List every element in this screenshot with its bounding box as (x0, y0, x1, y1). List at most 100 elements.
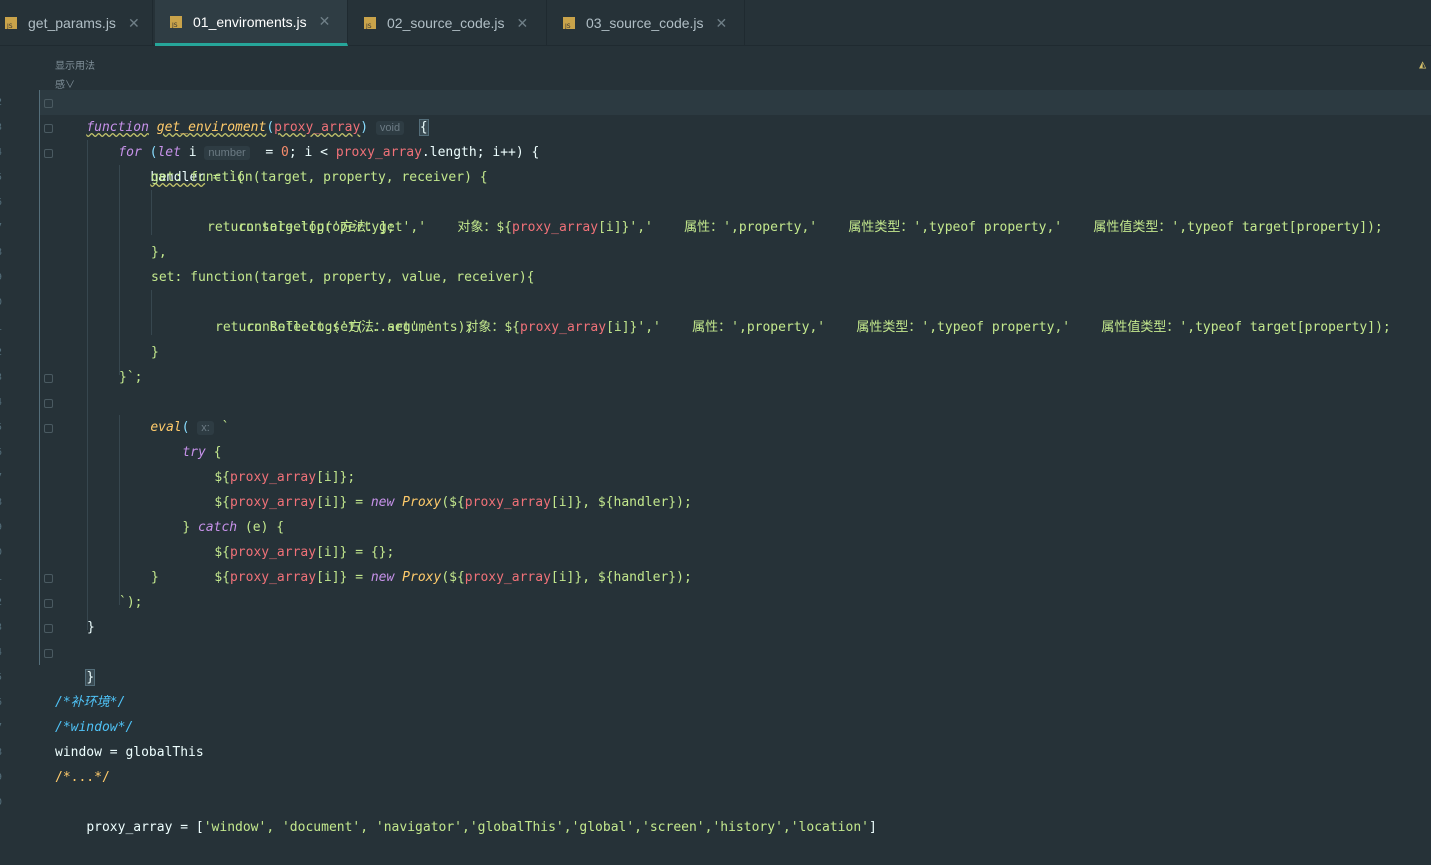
code-line-3[interactable]: handler = `{ (119, 140, 244, 185)
fold-marker[interactable] (44, 374, 53, 383)
line-number: 8 (0, 740, 8, 765)
fold-marker[interactable] (44, 649, 53, 658)
code-text: ; i < (288, 145, 336, 160)
template-string: ${ (214, 570, 230, 585)
fold-marker[interactable] (44, 624, 53, 633)
code-line-8[interactable]: set: function(target, property, value, r… (151, 265, 535, 290)
close-icon[interactable]: ✕ (319, 13, 331, 30)
parameter: proxy_array (229, 570, 317, 585)
line-number: 5 (0, 415, 8, 440)
line-number: 2 (0, 590, 8, 615)
tab-01-enviroments[interactable]: JS 01_enviroments.js ✕ (155, 0, 348, 46)
tab-get-params[interactable]: JS get_params.js ✕ (0, 0, 153, 46)
svg-text:JS: JS (171, 22, 178, 29)
line-number: 9 (0, 515, 8, 540)
js-file-icon: JS (4, 15, 20, 31)
code-line-23[interactable]: } (55, 640, 96, 686)
line-number: 0 (0, 790, 8, 815)
indent-guide (39, 90, 40, 665)
code-line-21[interactable]: `); (119, 590, 142, 615)
fold-marker[interactable] (44, 99, 53, 108)
keyword: new (370, 495, 395, 510)
code-line-7[interactable]: }, (151, 240, 167, 265)
template-string: (${ (441, 570, 465, 585)
tab-02-source-code[interactable]: JS 02_source_code.js ✕ (349, 0, 547, 46)
code-line-16[interactable]: ${proxy_array[i]} = new Proxy(${proxy_ar… (183, 465, 691, 510)
close-icon[interactable]: ✕ (128, 15, 140, 32)
code-line-14[interactable]: try { (151, 415, 221, 460)
template-string: [i]}',' 属性：',property,' 属性类型：',typeof pr… (598, 220, 1383, 235)
line-number: 7 (0, 715, 8, 740)
close-icon[interactable]: ✕ (517, 15, 529, 32)
code-line-6[interactable]: return target[property]; (207, 215, 395, 240)
code-line-27[interactable]: window = globalThis (55, 740, 204, 765)
parameter: proxy_array (335, 145, 422, 160)
line-number: 8 (0, 490, 8, 515)
code-line-15[interactable]: ${proxy_array[i]}; (183, 440, 355, 485)
parameter: proxy_array (511, 220, 599, 235)
usage-hint[interactable]: 显示用法 (55, 57, 95, 72)
line-number: 9 (0, 765, 8, 790)
parameter: proxy_array (519, 320, 607, 335)
tab-03-source-code[interactable]: JS 03_source_code.js ✕ (548, 0, 745, 46)
fold-marker[interactable] (44, 424, 53, 433)
brace: } (85, 669, 96, 686)
editor-tab-bar: JS get_params.js ✕ JS 01_enviroments.js … (0, 0, 1431, 46)
code-line-26[interactable]: /*window*/ (55, 715, 133, 740)
indent-guide (151, 290, 152, 335)
code-line-20[interactable]: } (151, 565, 159, 590)
fold-marker[interactable] (44, 599, 53, 608)
template-string: [i]}, ${handler}); (550, 570, 692, 585)
code-line-10[interactable]: return Reflect.set(...arguments); (215, 315, 473, 340)
template-string: [i]} = (316, 495, 371, 510)
line-number: 7 (0, 215, 8, 240)
code-line-1[interactable]: function get_enviroment(proxy_array) voi… (55, 90, 429, 136)
code-line-13[interactable]: eval( x: ` (119, 390, 230, 435)
svg-text:JS: JS (365, 23, 372, 30)
tab-label: 01_enviroments.js (193, 13, 307, 30)
code-line-22[interactable]: } (87, 615, 95, 640)
line-number: 8 (0, 240, 8, 265)
class-name: Proxy (402, 495, 442, 510)
parameter: proxy_array (464, 495, 551, 510)
tab-label: 03_source_code.js (586, 15, 704, 31)
line-number: 5 (0, 665, 8, 690)
line-number: 4 (0, 390, 8, 415)
parameter: proxy_array (464, 570, 551, 585)
warning-icon[interactable]: ◭ (1419, 57, 1429, 71)
code-line-5[interactable]: console.log('方法：get',' 对象：${proxy_array[… (207, 190, 1382, 235)
fold-marker[interactable] (44, 149, 53, 158)
close-icon[interactable]: ✕ (716, 15, 728, 32)
code-line-9[interactable]: console.log('方法：set',' 对象：${proxy_array[… (215, 290, 1390, 335)
indent-guide (87, 140, 88, 630)
code-line-29[interactable]: proxy_array = ['window', 'document', 'na… (55, 790, 877, 835)
code-line-4[interactable]: get: function(target, property, receiver… (151, 165, 488, 190)
line-number: 9 (0, 265, 8, 290)
line-number: 3 (0, 365, 8, 390)
class-name: Proxy (402, 570, 442, 585)
code-text: .length; i++) { (421, 145, 540, 160)
line-number: 2 (0, 340, 8, 365)
usage-hint-toggle[interactable]: 感∨ (55, 76, 75, 91)
code-editor[interactable]: ◭ 显示用法 感∨ 23456789012345678901234567890 … (0, 47, 1431, 835)
line-number: 1 (0, 315, 8, 340)
code-line-12[interactable]: }`; (119, 365, 142, 390)
fold-marker[interactable] (44, 574, 53, 583)
code-line-28[interactable]: /*...*/ (55, 765, 110, 790)
code-line-25[interactable]: /*补环境*/ (55, 690, 125, 715)
fold-marker[interactable] (44, 399, 53, 408)
line-number: 6 (0, 690, 8, 715)
code-line-19[interactable]: ${proxy_array[i]} = new Proxy(${proxy_ar… (183, 540, 691, 585)
tab-label: 02_source_code.js (387, 15, 505, 31)
line-number: 4 (0, 640, 8, 665)
code-line-18[interactable]: ${proxy_array[i]} = {}; (183, 515, 394, 560)
template-string: [i]}',' 属性：',property,' 属性类型：',typeof pr… (606, 320, 1391, 335)
line-number: 0 (0, 290, 8, 315)
code-line-2[interactable]: for (let i number = 0; i < proxy_array.l… (87, 115, 539, 160)
code-line-11[interactable]: } (151, 340, 159, 365)
fold-marker[interactable] (44, 124, 53, 133)
template-string: (${ (441, 495, 465, 510)
code-line-17[interactable]: } catch (e) { (151, 490, 284, 535)
tab-label: get_params.js (28, 15, 116, 31)
indent-guide (151, 190, 152, 235)
